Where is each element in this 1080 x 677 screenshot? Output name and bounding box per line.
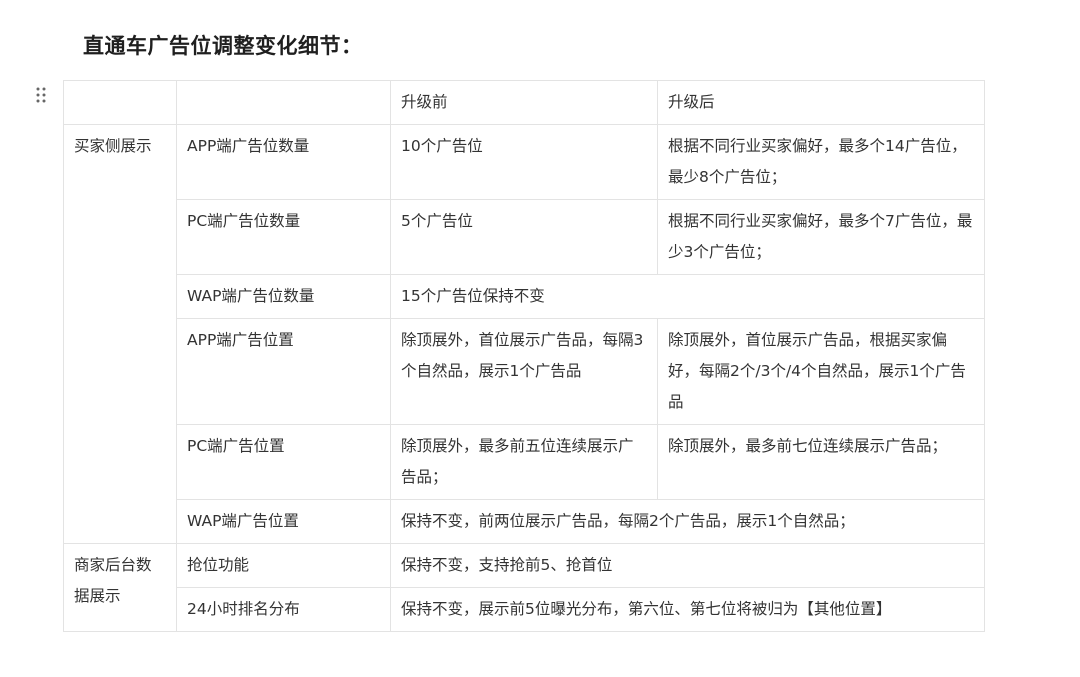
row-label-cell: PC端广告位数量 bbox=[176, 199, 391, 275]
comparison-table: 升级前 升级后 买家侧展示 APP端广告位数量 10个广告位 根据不同行业买家偏… bbox=[63, 80, 985, 632]
row-label-cell: PC端广告位置 bbox=[176, 424, 391, 500]
row-label-cell: WAP端广告位数量 bbox=[176, 274, 391, 319]
after-cell: 根据不同行业买家偏好，最多个7广告位，最少3个广告位； bbox=[657, 199, 985, 275]
row-label-cell: APP端广告位数量 bbox=[176, 124, 391, 200]
row-label-cell: APP端广告位置 bbox=[176, 318, 391, 425]
table-row: 24小时排名分布 保持不变，展示前5位曝光分布，第六位、第七位将被归为【其他位置… bbox=[64, 587, 985, 632]
table-row: WAP端广告位数量 15个广告位保持不变 bbox=[64, 274, 985, 319]
header-cell-after: 升级后 bbox=[657, 80, 985, 125]
header-cell-before: 升级前 bbox=[390, 80, 658, 125]
row-label-cell: 24小时排名分布 bbox=[176, 587, 391, 632]
table-row: PC端广告位置 除顶展外，最多前五位连续展示广告品； 除顶展外，最多前七位连续展… bbox=[64, 424, 985, 500]
table-row: APP端广告位置 除顶展外，首位展示广告品，每隔3个自然品，展示1个广告品 除顶… bbox=[64, 318, 985, 425]
merged-value-cell: 15个广告位保持不变 bbox=[390, 274, 985, 319]
group-cell-merchant-backend: 商家后台数据展示 bbox=[63, 543, 177, 632]
table-header-row: 升级前 升级后 bbox=[63, 80, 985, 125]
drag-handle-icon[interactable] bbox=[34, 86, 48, 104]
after-cell: 除顶展外，首位展示广告品，根据买家偏好，每隔2个/3个/4个自然品，展示1个广告… bbox=[657, 318, 985, 425]
row-label-cell: WAP端广告位置 bbox=[176, 499, 391, 544]
merged-value-cell: 保持不变，展示前5位曝光分布，第六位、第七位将被归为【其他位置】 bbox=[390, 587, 985, 632]
before-cell: 除顶展外，首位展示广告品，每隔3个自然品，展示1个广告品 bbox=[390, 318, 658, 425]
before-cell: 除顶展外，最多前五位连续展示广告品； bbox=[390, 424, 658, 500]
row-label-cell: 抢位功能 bbox=[176, 543, 391, 588]
table-row: 商家后台数据展示 抢位功能 保持不变，支持抢前5、抢首位 bbox=[63, 543, 985, 632]
header-cell-empty bbox=[63, 80, 177, 125]
after-cell: 除顶展外，最多前七位连续展示广告品； bbox=[657, 424, 985, 500]
header-cell-empty bbox=[176, 80, 391, 125]
table-row: 买家侧展示 APP端广告位数量 10个广告位 根据不同行业买家偏好，最多个14广… bbox=[63, 124, 985, 544]
after-cell: 根据不同行业买家偏好，最多个14广告位，最少8个广告位； bbox=[657, 124, 985, 200]
merged-value-cell: 保持不变，前两位展示广告品，每隔2个广告品，展示1个自然品； bbox=[390, 499, 985, 544]
before-cell: 5个广告位 bbox=[390, 199, 658, 275]
page-title: 直通车广告位调整变化细节： bbox=[83, 34, 363, 58]
group-cell-buyer-side: 买家侧展示 bbox=[63, 124, 177, 544]
table-row: PC端广告位数量 5个广告位 根据不同行业买家偏好，最多个7广告位，最少3个广告… bbox=[64, 199, 985, 275]
table-row: WAP端广告位置 保持不变，前两位展示广告品，每隔2个广告品，展示1个自然品； bbox=[64, 499, 985, 544]
before-cell: 10个广告位 bbox=[390, 124, 658, 200]
merged-value-cell: 保持不变，支持抢前5、抢首位 bbox=[390, 543, 985, 588]
